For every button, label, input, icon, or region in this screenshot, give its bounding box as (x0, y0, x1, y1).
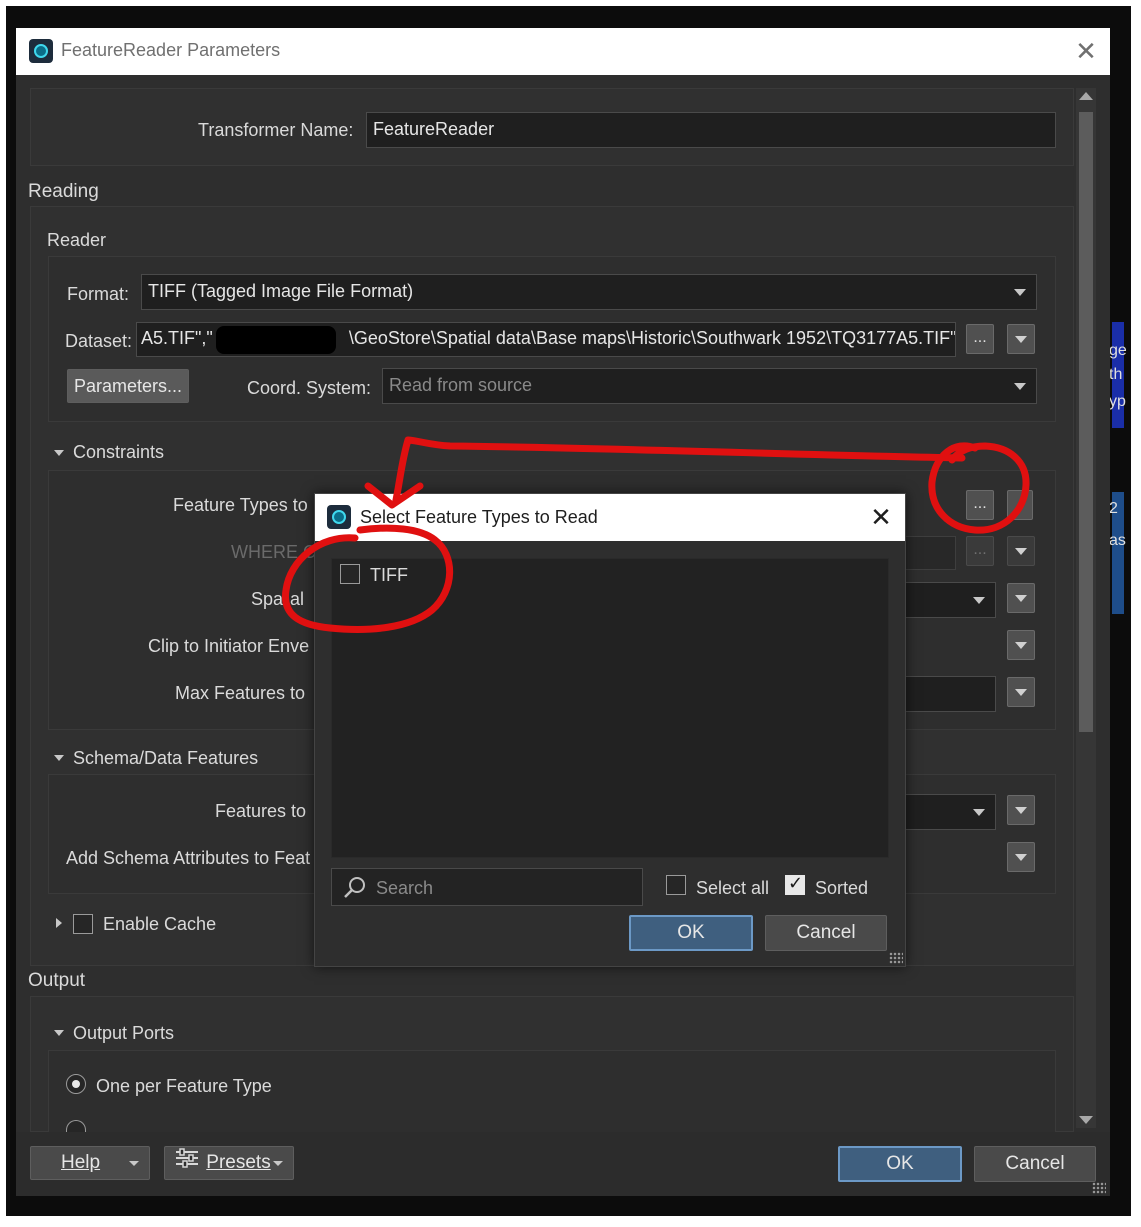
coord-system-placeholder: Read from source (389, 375, 533, 395)
dataset-label: Dataset: (65, 331, 133, 351)
output-ports-title: Output Ports (73, 1023, 175, 1043)
max-features-label: Max Features to (175, 683, 306, 703)
format-label: Format: (67, 284, 130, 304)
transformer-name-input[interactable]: FeatureReader (366, 112, 1056, 148)
resize-grip-icon[interactable] (889, 952, 903, 964)
dataset-browse-button[interactable]: ... (966, 324, 994, 354)
dataset-value-end: \GeoStore\Spatial data\Base maps\Histori… (348, 328, 956, 348)
background-text: yp (1109, 393, 1126, 410)
select-all-label: Select all (696, 878, 770, 898)
search-input[interactable]: Search (331, 868, 643, 906)
background-text: 2 (1109, 500, 1118, 517)
schema-data-features-title: Schema/Data Features (73, 748, 259, 768)
dialog-title: FeatureReader Parameters (61, 40, 281, 60)
format-dropdown[interactable]: TIFF (Tagged Image File Format) (141, 274, 1037, 310)
search-icon (342, 875, 368, 906)
format-value: TIFF (Tagged Image File Format) (148, 281, 414, 301)
background-text: th (1109, 366, 1123, 383)
background-text: ge (1109, 342, 1127, 359)
redacted-region (216, 326, 336, 354)
one-per-feature-type-radio[interactable] (66, 1074, 86, 1094)
dialog-footer: Help Presets OK Cancel (16, 1132, 1110, 1196)
collapse-triangle-icon[interactable] (54, 450, 64, 456)
scroll-down-arrow-icon[interactable] (1079, 1116, 1093, 1124)
popup-titlebar: Select Feature Types to Read ✕ (315, 494, 905, 541)
spatial-options-button[interactable] (1007, 583, 1035, 613)
popup-cancel-button[interactable]: Cancel (765, 915, 887, 951)
clip-to-initiator-label: Clip to Initiator Enve (148, 636, 310, 656)
sorted-label: Sorted (815, 878, 869, 898)
reader-parameters-button[interactable]: Parameters... (67, 369, 189, 403)
where-clause-input[interactable] (902, 536, 956, 570)
feature-type-label[interactable]: TIFF (370, 565, 408, 586)
collapse-triangle-icon[interactable] (54, 755, 64, 761)
resize-grip-icon[interactable] (1092, 1182, 1106, 1194)
search-placeholder: Search (376, 878, 434, 898)
where-clause-browse-button[interactable]: ... (966, 536, 994, 566)
features-to-dropdown[interactable] (902, 794, 996, 830)
enable-cache-checkbox[interactable] (73, 914, 93, 934)
popup-close-icon[interactable]: ✕ (867, 504, 895, 530)
cancel-button[interactable]: Cancel (974, 1146, 1096, 1182)
add-schema-options-button[interactable] (1007, 842, 1035, 872)
clip-options-button[interactable] (1007, 630, 1035, 660)
presets-label: Presets (206, 1152, 271, 1174)
sorted-checkbox[interactable] (785, 873, 805, 895)
dialog-titlebar: FeatureReader Parameters ✕ (16, 28, 1110, 75)
feature-types-options-button[interactable] (1007, 490, 1033, 520)
scrollbar-thumb[interactable] (1079, 112, 1093, 732)
spatial-label-end: al (290, 589, 305, 609)
features-to-options-button[interactable] (1007, 795, 1035, 825)
help-label: Help (61, 1152, 101, 1173)
add-schema-attributes-label: Add Schema Attributes to Feat (66, 848, 311, 868)
select-feature-types-popup: Select Feature Types to Read ✕ TIFF Sear… (314, 493, 906, 967)
chevron-down-icon (129, 1161, 139, 1166)
chevron-down-icon (1014, 289, 1026, 296)
dialog-scrollbar[interactable] (1076, 88, 1096, 1128)
reading-section-title: Reading (28, 181, 99, 202)
coord-system-label: Coord. System: (247, 378, 372, 398)
scroll-up-arrow-icon[interactable] (1079, 92, 1093, 100)
help-button[interactable]: Help (30, 1146, 150, 1180)
dataset-value-start: A5.TIF"," (141, 328, 213, 348)
feature-type-checkbox[interactable] (340, 564, 360, 584)
reader-subtitle: Reader (47, 230, 107, 250)
where-clause-label: WHERE C (231, 542, 316, 562)
popup-title: Select Feature Types to Read (360, 507, 598, 527)
output-section-title: Output (28, 970, 86, 991)
transformer-name-label: Transformer Name: (198, 120, 354, 140)
select-all-checkbox[interactable] (666, 875, 686, 895)
spatial-label-start: Spa (251, 589, 284, 609)
feature-types-browse-button[interactable]: ... (966, 490, 994, 520)
features-to-label: Features to (215, 801, 307, 821)
fme-app-icon (327, 505, 351, 529)
close-icon[interactable]: ✕ (1072, 38, 1100, 64)
max-features-options-button[interactable] (1007, 677, 1035, 707)
max-features-input[interactable] (902, 676, 996, 712)
popup-ok-button[interactable]: OK (629, 915, 753, 951)
fme-app-icon (29, 39, 53, 63)
background-text: as (1109, 532, 1126, 549)
expand-triangle-icon[interactable] (56, 918, 62, 928)
dataset-options-button[interactable] (1007, 324, 1035, 354)
coord-system-dropdown[interactable]: Read from source (382, 368, 1037, 404)
where-clause-options-button[interactable] (1007, 536, 1035, 566)
chevron-down-icon (973, 597, 985, 604)
enable-cache-label: Enable Cache (103, 914, 217, 934)
presets-sliders-icon (175, 1147, 201, 1179)
feature-types-label: Feature Types to (173, 495, 308, 515)
constraints-title: Constraints (73, 442, 165, 462)
one-per-feature-type-label: One per Feature Type (96, 1076, 272, 1096)
chevron-down-icon (973, 809, 985, 816)
chevron-down-icon (1014, 383, 1026, 390)
feature-types-list: TIFF (331, 558, 889, 858)
ok-button[interactable]: OK (838, 1146, 962, 1182)
spatial-dropdown[interactable] (902, 582, 996, 618)
presets-button[interactable]: Presets (164, 1146, 294, 1180)
collapse-triangle-icon[interactable] (54, 1030, 64, 1036)
chevron-down-icon (273, 1161, 283, 1166)
